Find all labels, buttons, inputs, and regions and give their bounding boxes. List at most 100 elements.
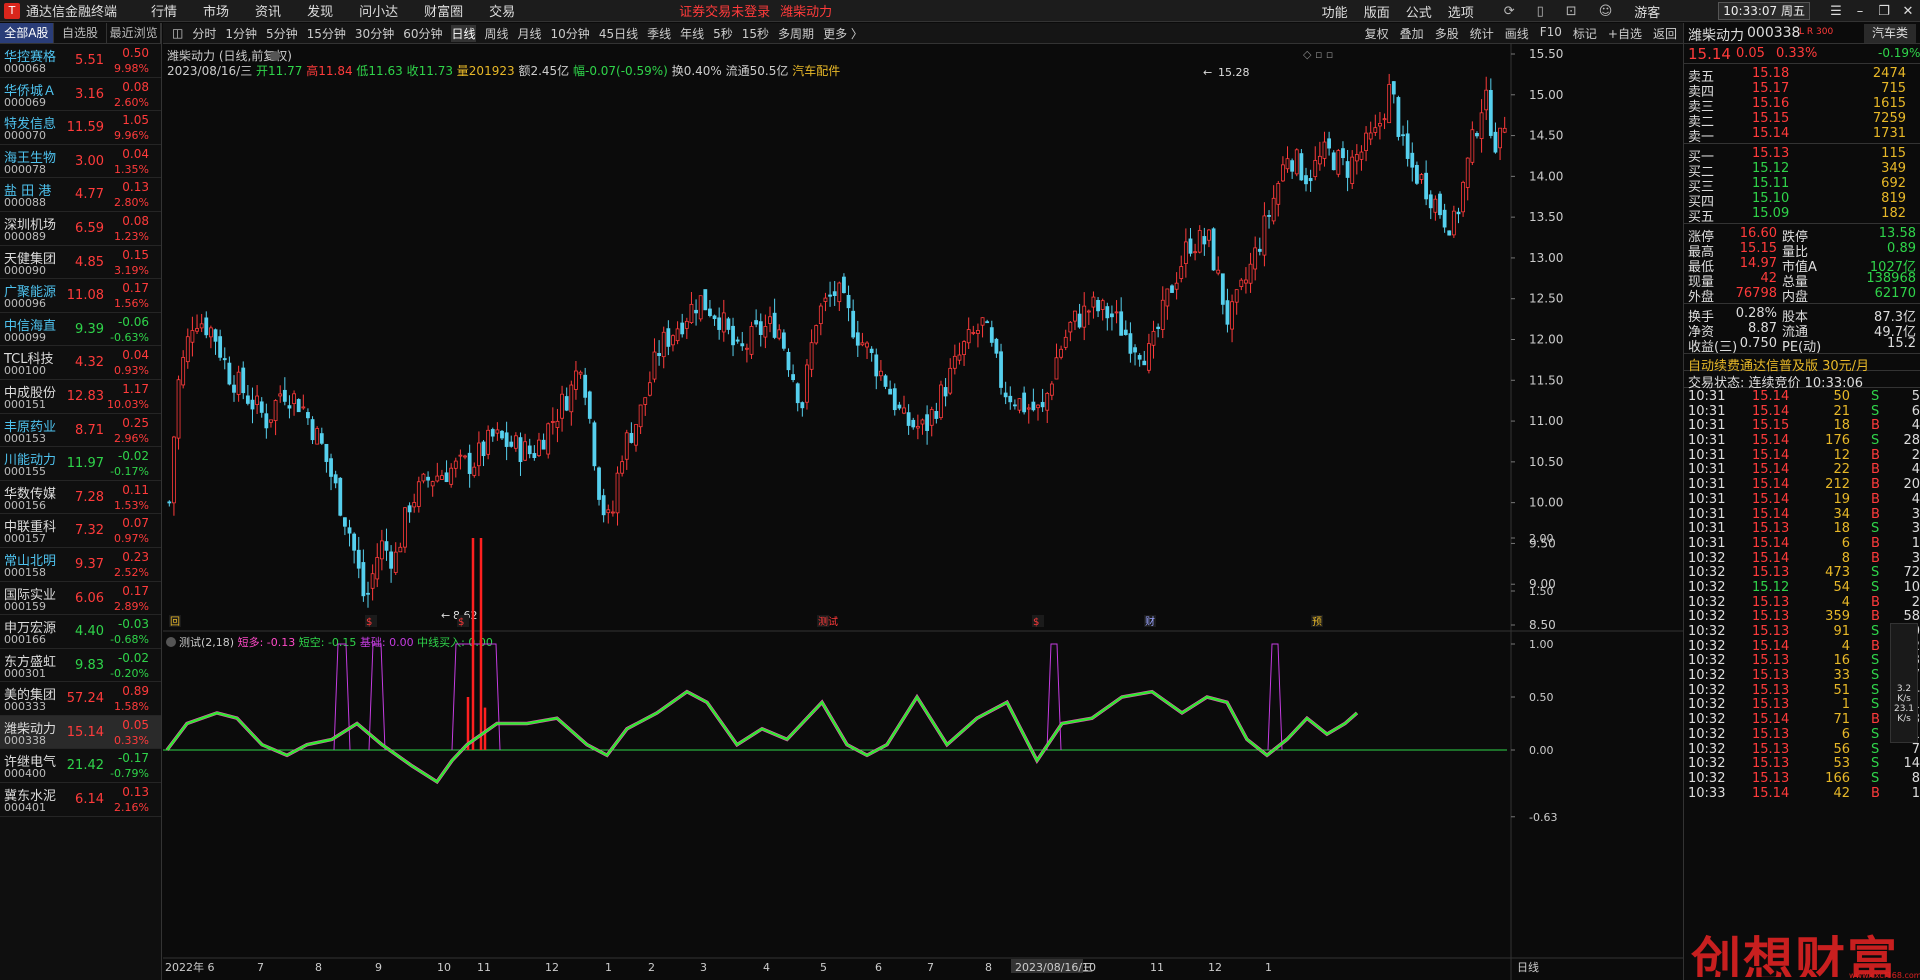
stock-row[interactable]: 东方盛虹 000301 9.83 -0.02 -0.20% — [0, 649, 161, 683]
tick-price: 15.14 — [1752, 785, 1790, 801]
stock-row[interactable]: 丰原药业 000153 8.71 0.25 2.96% — [0, 414, 161, 448]
period-tab[interactable]: 45日线 — [599, 25, 638, 42]
kline-chart[interactable]: 潍柴动力 (日线,前复权) ◇ ▫ ▫2023/08/16/三 开11.77 高1… — [163, 44, 1683, 980]
toolbar-right-button[interactable]: F10 — [1540, 25, 1562, 42]
period-tab[interactable]: 60分钟 — [403, 25, 442, 42]
toolbar-right-button[interactable]: 标记 — [1573, 25, 1597, 42]
login-warning[interactable]: 证券交易未登录 — [679, 1, 770, 20]
event-marker-label[interactable]: 测试 — [818, 615, 838, 628]
stock-row[interactable]: 华控赛格 000068 5.51 0.50 9.98% — [0, 44, 161, 78]
period-tab[interactable]: 5分钟 — [266, 25, 298, 42]
order-level-label: 买五 — [1688, 210, 1715, 225]
period-tab[interactable]: 1分钟 — [225, 25, 257, 42]
stock-row[interactable]: 川能动力 000155 11.97 -0.02 -0.17% — [0, 447, 161, 481]
toolbar-right-button[interactable]: 统计 — [1470, 25, 1494, 42]
stock-row[interactable]: 潍柴动力 000338 15.14 0.05 0.33% — [0, 715, 161, 750]
stock-row[interactable]: 国际实业 000159 6.06 0.17 2.89% — [0, 582, 161, 616]
candle — [597, 466, 601, 506]
tab-watchlist[interactable]: 自选股 — [54, 23, 108, 43]
menu-function[interactable]: 功能 — [1322, 2, 1348, 21]
stat-row: 换手 0.28% 股本 87.3亿 — [1684, 306, 1920, 325]
event-marker-label[interactable]: 回 — [170, 616, 180, 628]
stock-row[interactable]: 中成股份 000151 12.83 1.17 10.03% — [0, 380, 161, 414]
period-tab[interactable]: 分时 — [192, 25, 216, 42]
period-tab[interactable]: 年线 — [680, 25, 704, 42]
event-marker-label[interactable]: 财 — [1145, 615, 1155, 628]
toolbar-toggle-icon[interactable]: ◫ — [172, 26, 183, 40]
stock-row[interactable]: 广聚能源 000096 11.08 0.17 1.56% — [0, 279, 161, 313]
stock-row[interactable]: 申万宏源 000166 4.40 -0.03 -0.68% — [0, 615, 161, 649]
side-speed-widget[interactable]: 3.2 K/s 23.1 K/s — [1890, 623, 1918, 743]
period-tab[interactable]: 5秒 — [713, 25, 733, 42]
chart-diamond-icon[interactable]: ◇ ▫ ▫ — [1303, 48, 1333, 61]
event-marker-label[interactable]: $ — [366, 617, 372, 628]
period-tab[interactable]: 15分钟 — [307, 25, 346, 42]
bar-info-sector: 汽车配件 — [792, 63, 840, 78]
stock-row[interactable]: 许继电气 000400 21.42 -0.17 -0.79% — [0, 749, 161, 784]
event-marker-label[interactable]: $ — [458, 617, 464, 628]
period-tab[interactable]: 更多 〉 — [823, 25, 863, 42]
stock-row[interactable]: 盐 田 港 000088 4.77 0.13 2.80% — [0, 178, 161, 212]
stock-row[interactable]: TCL科技 000100 4.32 0.04 0.93% — [0, 346, 161, 380]
menu-options[interactable]: 选项 — [1448, 2, 1474, 21]
menu-market[interactable]: 市场 — [203, 1, 229, 20]
close-icon[interactable]: ✕ — [1896, 4, 1920, 19]
period-tab[interactable]: 30分钟 — [355, 25, 394, 42]
toolbar-right-button[interactable]: +自选 — [1608, 25, 1642, 42]
restore-icon[interactable]: ❐ — [1872, 4, 1896, 19]
menu-icon[interactable]: ☰ — [1824, 4, 1848, 19]
toolbar-right-button[interactable]: 复权 — [1365, 25, 1389, 42]
guest-label[interactable]: 游客 — [1634, 2, 1660, 21]
period-tab[interactable]: 15秒 — [742, 25, 769, 42]
stock-change: 0.08 — [122, 79, 149, 94]
chart-close-icon[interactable] — [270, 51, 280, 61]
stock-row[interactable]: 特发信息 000070 11.59 1.05 9.96% — [0, 111, 161, 145]
lock-icon[interactable]: ⊡ — [1566, 4, 1577, 19]
menu-quotes[interactable]: 行情 — [151, 1, 177, 20]
stock-row[interactable]: 天健集团 000090 4.85 0.15 3.19% — [0, 246, 161, 280]
toolbar-right-button[interactable]: 多股 — [1435, 25, 1459, 42]
period-tab[interactable]: 周线 — [485, 25, 509, 42]
menu-ask[interactable]: 问小达 — [359, 1, 398, 20]
toolbar-right-button[interactable]: 叠加 — [1400, 25, 1424, 42]
tick-volume: 18 — [1833, 521, 1850, 537]
user-icon[interactable]: ☺ — [1599, 4, 1613, 19]
stock-row[interactable]: 美的集团 000333 57.24 0.89 1.58% — [0, 682, 161, 716]
x-axis-label: 8 — [315, 961, 322, 974]
stock-row[interactable]: 深圳机场 000089 6.59 0.08 1.23% — [0, 212, 161, 246]
stock-row[interactable]: 华数传媒 000156 7.28 0.11 1.53% — [0, 481, 161, 515]
stock-row[interactable]: 中信海直 000099 9.39 -0.06 -0.63% — [0, 313, 161, 347]
period-tab[interactable]: 月线 — [518, 25, 542, 42]
refresh-icon[interactable]: ⟳ — [1504, 4, 1515, 19]
period-tab[interactable]: 日线 — [451, 24, 476, 42]
order-book-row: 卖二 15.15 7259 — [1684, 111, 1920, 130]
toolbar-right-button[interactable]: 画线 — [1505, 25, 1529, 42]
stock-row[interactable]: 常山北明 000158 9.37 0.23 2.52% — [0, 548, 161, 582]
sector-button[interactable]: 汽车类 — [1864, 24, 1916, 43]
current-stock-link[interactable]: 潍柴动力 — [780, 1, 832, 20]
period-tab[interactable]: 季线 — [647, 25, 671, 42]
indicator-close-icon[interactable] — [166, 637, 176, 647]
menu-formula[interactable]: 公式 — [1406, 2, 1432, 21]
tab-all-a-shares[interactable]: 全部A股 — [0, 23, 54, 43]
menu-wealth[interactable]: 财富圈 — [424, 1, 463, 20]
menu-layout[interactable]: 版面 — [1364, 2, 1390, 21]
stock-row[interactable]: 海王生物 000078 3.00 0.04 1.35% — [0, 145, 161, 179]
stock-row[interactable]: 华侨城Ａ 000069 3.16 0.08 2.60% — [0, 78, 161, 112]
menu-trade[interactable]: 交易 — [489, 1, 515, 20]
event-marker-label[interactable]: 预 — [1312, 616, 1322, 628]
stock-row[interactable]: 中联重科 000157 7.32 0.07 0.97% — [0, 514, 161, 548]
minimize-icon[interactable]: – — [1848, 4, 1872, 19]
phone-icon[interactable]: ▯ — [1537, 4, 1544, 19]
period-tab[interactable]: 10分钟 — [551, 25, 590, 42]
menu-discover[interactable]: 发现 — [307, 1, 333, 20]
event-marker-label[interactable]: $ — [1033, 617, 1039, 628]
period-tab[interactable]: 多周期 — [778, 25, 814, 42]
stock-price: 3.00 — [75, 153, 104, 169]
menu-news[interactable]: 资讯 — [255, 1, 281, 20]
tick-side: S — [1871, 697, 1880, 713]
stock-row[interactable]: 冀东水泥 000401 6.14 0.13 2.16% — [0, 783, 161, 817]
order-price: 15.16 — [1752, 96, 1790, 111]
toolbar-right-button[interactable]: 返回 — [1653, 25, 1677, 42]
tab-recent[interactable]: 最近浏览 — [107, 23, 162, 43]
